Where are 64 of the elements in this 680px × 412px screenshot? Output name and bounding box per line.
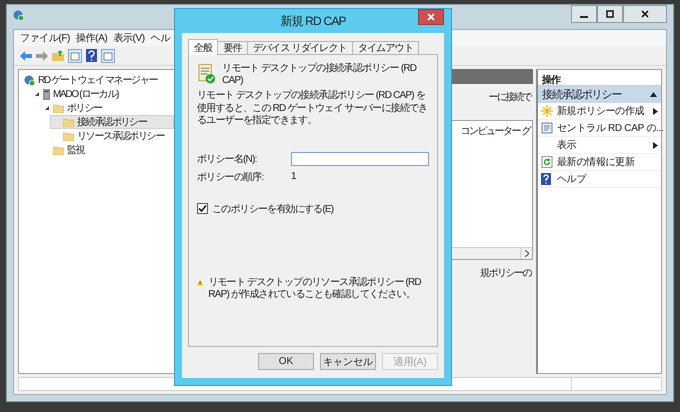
expanded-arrow-icon[interactable] <box>44 105 50 111</box>
field-value: 1 <box>291 171 296 182</box>
field-label: ポリシーの順序: <box>197 170 264 184</box>
pane-text: ーに接続で <box>488 90 531 104</box>
list-cell-text: コンピューター グ <box>460 125 530 138</box>
checkbox[interactable] <box>197 203 208 214</box>
description-text: リモート デスクトップの接続承認ポリシー (RD CAP) を使用すると、この RD ゲートウェイ サーバーに接続できるユーザーを指定できます。 <box>197 90 428 128</box>
checkbox-label: このポリシーを有効にする(E) <box>212 202 334 216</box>
policy-heading: リモート デスクトップの接続承認ポリシー (RD CAP) <box>222 62 418 86</box>
action-item[interactable]: 新規ポリシーの作成 <box>538 103 661 120</box>
tab[interactable]: 要件 <box>217 41 248 55</box>
menu-item[interactable]: ファイル(F) <box>20 31 70 45</box>
back-arrow-icon[interactable] <box>20 50 32 60</box>
menu-item[interactable]: ヘル <box>150 31 170 45</box>
tree-item[interactable]: 接続承認ポリシー <box>50 115 174 129</box>
menu-item[interactable]: 表示(V) <box>113 31 145 45</box>
refresh-icon <box>541 156 553 168</box>
server-icon <box>43 88 50 100</box>
folder-icon <box>63 132 74 140</box>
minimize-button[interactable] <box>571 5 597 23</box>
document-icon <box>541 122 553 134</box>
folder-icon <box>53 146 64 154</box>
input-field[interactable] <box>291 152 429 166</box>
action-item[interactable]: 表示 <box>538 137 661 154</box>
dialog-button[interactable]: キャンセル <box>320 353 376 370</box>
sun-icon <box>541 105 553 117</box>
collapse-caret-icon[interactable] <box>650 92 657 97</box>
action-group-header[interactable]: 接続承認ポリシー <box>538 86 661 103</box>
warning-icon <box>197 277 204 288</box>
tab[interactable]: 全般 <box>188 39 218 55</box>
menu-item[interactable]: 操作(A) <box>76 31 108 45</box>
field-label: ポリシー名(N): <box>197 152 258 166</box>
dialog-title: 新規 RD CAP <box>280 12 346 30</box>
pane-icon[interactable] <box>101 48 115 62</box>
action-item[interactable]: セントラル RD CAP の... <box>538 120 661 137</box>
maximize-icon <box>606 10 614 18</box>
globe-icon <box>24 74 35 86</box>
tab[interactable]: デバイス リダイレクト <box>246 41 353 55</box>
tree-item[interactable]: RD ゲートウェイ マネージャー <box>20 73 174 87</box>
tree-item[interactable]: ポリシー <box>40 101 174 115</box>
maximize-button[interactable] <box>597 5 623 23</box>
tree-item[interactable]: リソース承認ポリシー <box>50 129 174 143</box>
dialog-button[interactable]: OK <box>258 353 314 370</box>
close-button[interactable] <box>623 5 667 23</box>
help-icon[interactable] <box>86 49 97 62</box>
close-button[interactable] <box>418 9 444 25</box>
action-group-title: 接続承認ポリシー <box>542 88 622 102</box>
scroll-check-icon <box>197 62 216 84</box>
tree-item[interactable]: 監視 <box>40 143 174 157</box>
pane-text: 規ポリシーの <box>480 267 531 280</box>
close-icon <box>427 13 435 21</box>
folder-up-icon[interactable] <box>52 50 64 61</box>
folder-icon <box>63 118 74 126</box>
action-item[interactable]: ヘルプ <box>538 171 661 188</box>
action-item[interactable]: 最新の情報に更新 <box>538 154 661 171</box>
tab[interactable]: タイムアウト <box>352 41 419 55</box>
warning-text: リモート デスクトップのリソース承認ポリシー (RD RAP) が作成されていることも確認してください。 <box>208 277 422 300</box>
tree-item[interactable]: MADO (ローカル) <box>30 87 174 101</box>
help-icon <box>541 173 551 185</box>
globe-icon <box>13 10 24 21</box>
pane-icon[interactable] <box>68 48 82 62</box>
folder-icon <box>53 104 64 112</box>
expanded-arrow-icon[interactable] <box>34 91 40 97</box>
close-icon <box>641 10 649 18</box>
